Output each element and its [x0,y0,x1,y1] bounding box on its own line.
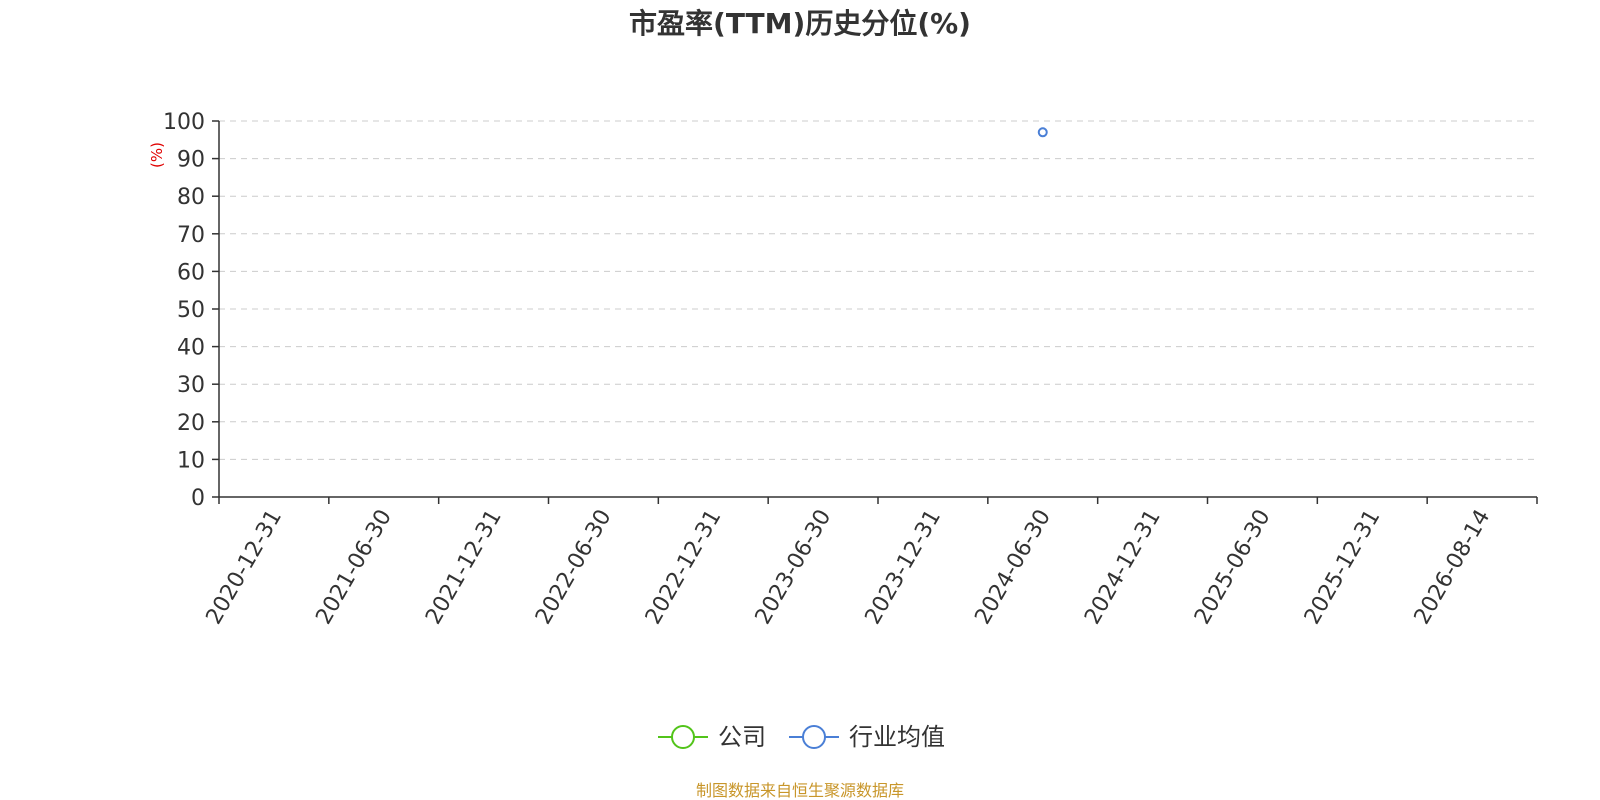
x-tick-label: 2023-06-30 [751,506,837,629]
x-tick-label: 2025-12-31 [1300,506,1386,629]
x-axis: 2020-12-31 2021-06-30 2021-12-31 2022-06-30… [202,496,1538,629]
series-layer [1037,127,1048,138]
legend-marker-icon [802,725,826,749]
legend: 公司 行业均值 [658,723,945,751]
y-tick-label: 50 [177,298,205,323]
chart: 市盈率(TTM)历史分位(%) (%) 0 10 20 30 40 50 60 70 80 90 1… [148,7,1538,800]
data-source-note: 制图数据来自恒生聚源数据库 [696,781,904,800]
grid [219,120,1537,460]
y-tick-label: 30 [177,373,205,398]
y-tick-label: 100 [163,110,205,135]
chart-title: 市盈率(TTM)历史分位(%) [629,7,971,40]
x-tick-label: 2024-12-31 [1080,506,1166,629]
y-tick-label: 90 [177,148,205,173]
legend-item: 公司 [658,723,766,751]
y-tick-label: 60 [177,260,205,285]
y-tick-label: 70 [177,223,205,248]
legend-item: 行业均值 [789,723,945,751]
x-tick-label: 2022-06-30 [531,506,617,629]
y-tick-label: 10 [177,448,205,473]
legend-marker-icon [671,725,695,749]
x-tick-label: 2021-06-30 [311,506,397,629]
y-tick-label: 80 [177,185,205,210]
y-tick-label: 0 [191,486,205,511]
y-tick-label: 40 [177,336,205,361]
y-axis-label: (%) [148,142,166,168]
y-axis: 0 10 20 30 40 50 60 70 80 90 100 [163,110,220,511]
x-tick-label: 2023-12-31 [861,506,947,629]
x-tick-label: 2020-12-31 [202,506,288,629]
x-tick-label: 2026-08-14 [1410,506,1496,629]
x-tick-label: 2024-06-30 [970,506,1056,629]
y-tick-label: 20 [177,411,205,436]
x-tick-label: 2022-12-31 [641,506,727,629]
legend-label: 公司 [718,723,766,751]
data-point [1037,127,1048,138]
legend-label: 行业均值 [849,723,945,751]
x-tick-label: 2025-06-30 [1190,506,1276,629]
x-tick-label: 2021-12-31 [421,506,507,629]
